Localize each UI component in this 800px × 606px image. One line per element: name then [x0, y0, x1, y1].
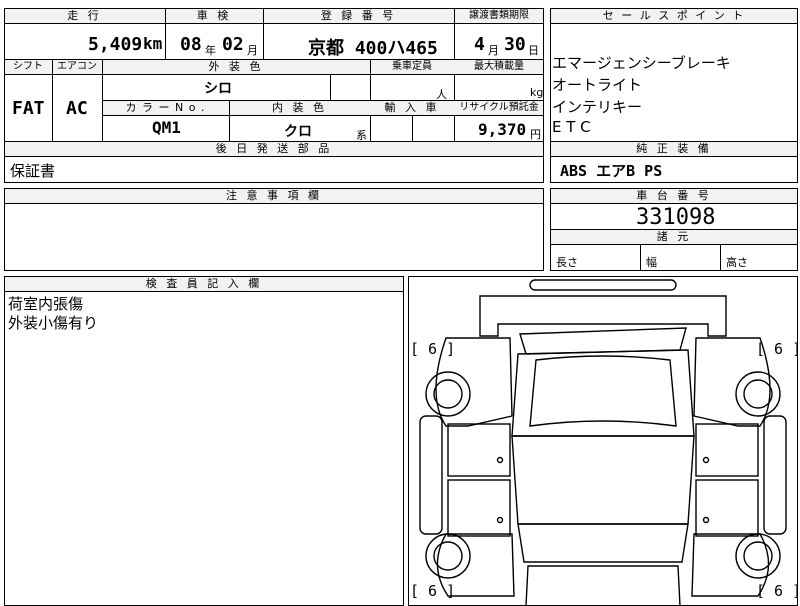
interior-color-header: 内 装 色 [272, 101, 327, 114]
rear-left-wheel [425, 533, 471, 579]
sales-point-2: オートライト [552, 76, 643, 94]
transfer-deadline-header: 譲渡書類期限 [469, 10, 529, 21]
notes-header: 注 意 事 項 欄 [226, 189, 322, 202]
transfer-day: 30 [504, 34, 526, 55]
shift-header: シフト [13, 61, 43, 72]
tire-mark-rear-left: [ 6 ] [410, 582, 456, 600]
inspection-header: 車 検 [196, 9, 232, 22]
shift-value: FAT [12, 98, 45, 119]
tire-mark-rear-right: [ 6 ] [756, 582, 800, 600]
exterior-color-value: シロ [204, 81, 232, 97]
color-no-value: QM1 [152, 118, 181, 137]
later-parts-value: 保証書 [10, 162, 56, 180]
left-rear-door [447, 479, 511, 537]
tire-mark-front-right: [ 6 ] [756, 340, 800, 358]
max-load-unit: kg [530, 86, 544, 99]
ac-value: AC [66, 98, 88, 119]
front-bumper [529, 279, 677, 291]
registration-header: 登 録 番 号 [320, 9, 397, 22]
rear-hatch [525, 565, 681, 606]
inspection-year: 08 [180, 34, 202, 55]
transfer-month-unit: 月 [488, 44, 499, 57]
left-front-door [447, 423, 511, 477]
sales-point-1: エマージェンシーブレーキ [552, 54, 731, 72]
height-label: 高さ [726, 256, 748, 269]
recycle-deposit-header: リサイクル預託金 [459, 102, 539, 113]
rear-right-wheel [735, 533, 781, 579]
sales-point-4: E T C [552, 118, 591, 136]
color-no-header: カ ラ ー N o . [125, 101, 206, 114]
mileage-unit: km [143, 34, 163, 53]
tire-mark-front-left: [ 6 ] [410, 340, 456, 358]
passengers-header: 乗車定員 [392, 61, 432, 72]
right-side-sill [763, 415, 787, 535]
mileage-header: 走 行 [67, 9, 102, 22]
inspector-line-1: 荷室内張傷 [8, 295, 84, 313]
specs-header: 諸 元 [656, 230, 692, 243]
max-load-header: 最大積載量 [474, 61, 524, 72]
inspection-month: 02 [222, 34, 244, 55]
recycle-value: 9,370 [478, 120, 527, 139]
transfer-month: 4 [474, 34, 485, 55]
sales-points-header: セ ー ル ス ポ イ ン ト [602, 9, 746, 22]
registration-value: 京都 400ハ465 [308, 38, 438, 59]
right-front-door [695, 423, 759, 477]
right-rear-door [695, 479, 759, 537]
roof-outline [511, 349, 695, 437]
standard-equipment-header: 純 正 装 備 [636, 142, 712, 155]
vehicle-info-table [4, 8, 544, 142]
later-parts-header: 後 日 発 送 部 品 [215, 142, 333, 155]
hood-outline [479, 295, 727, 337]
inspection-year-unit: 年 [205, 44, 216, 57]
ac-header: エアコン [57, 61, 97, 72]
transfer-day-unit: 日 [528, 44, 539, 57]
front-right-wheel [735, 371, 781, 417]
inspector-header: 検 査 員 記 入 欄 [145, 277, 263, 290]
interior-color-value: クロ [284, 124, 312, 140]
left-side-sill [419, 415, 443, 535]
inspection-month-unit: 月 [247, 44, 258, 57]
width-label: 幅 [646, 256, 657, 269]
chassis-number-header: 車 台 番 号 [636, 189, 712, 202]
rear-window [517, 523, 689, 563]
chassis-number-value: 331098 [636, 205, 716, 230]
front-left-wheel [425, 371, 471, 417]
import-header: 輸 入 車 [384, 101, 440, 114]
length-label: 長さ [556, 256, 578, 269]
recycle-unit: 円 [530, 128, 541, 141]
inspector-line-2: 外装小傷有り [8, 314, 99, 332]
standard-equipment-value: ABS エアB PS [560, 162, 663, 180]
mileage-value: 5,409 [88, 34, 143, 55]
car-diagram [419, 279, 787, 606]
sales-point-3: インテリキー [552, 98, 643, 116]
exterior-color-header: 外 装 色 [208, 60, 264, 73]
